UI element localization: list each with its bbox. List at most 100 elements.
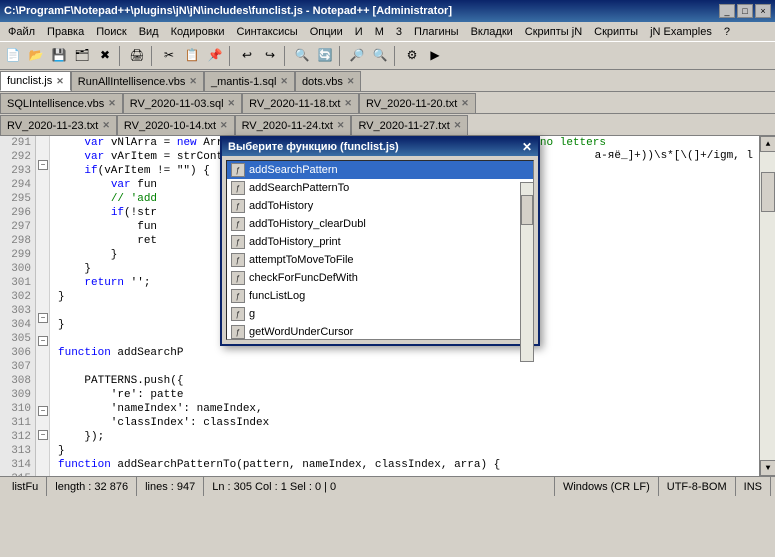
tab-dots[interactable]: dots.vbs ✕: [295, 71, 362, 91]
toolbar-sep-1: [119, 46, 123, 66]
menu-3[interactable]: 3: [390, 24, 408, 40]
dialog-content: ƒaddSearchPatternƒaddSearchPatternToƒadd…: [222, 160, 538, 340]
status-line-ending: Windows (CR LF): [555, 477, 659, 496]
tab-mantis[interactable]: _mantis-1.sql ✕: [204, 71, 295, 91]
dialog-scrollbar[interactable]: [520, 182, 534, 362]
function-icon: ƒ: [231, 163, 245, 177]
dialog-list[interactable]: ƒaddSearchPatternƒaddSearchPatternToƒadd…: [226, 160, 534, 340]
tab-rv20201127[interactable]: RV_2020-11-27.txt ✕: [351, 115, 468, 135]
status-encoding: UTF-8-BOM: [659, 477, 736, 496]
menu-jn-examples[interactable]: jN Examples: [644, 24, 718, 40]
print-button[interactable]: 🖨: [126, 45, 148, 67]
menu-view[interactable]: Вид: [133, 24, 165, 40]
tab-rv20201120-close[interactable]: ✕: [461, 98, 469, 109]
menu-help[interactable]: ?: [718, 24, 736, 40]
menu-syntax[interactable]: Синтаксисы: [231, 24, 304, 40]
dialog-list-item[interactable]: ƒ addSearchPattern: [227, 161, 533, 179]
tab-rv20201103-label: RV_2020-11-03.sql: [130, 98, 224, 110]
cut-button[interactable]: ✂: [158, 45, 180, 67]
tab-funclist[interactable]: funclist.js ✕: [0, 71, 71, 91]
tab-rv20201120[interactable]: RV_2020-11-20.txt ✕: [359, 93, 476, 113]
menu-search[interactable]: Поиск: [90, 24, 132, 40]
menu-file[interactable]: Файл: [2, 24, 41, 40]
dialog-title-text: Выберите функцию (funclist.js): [228, 141, 399, 153]
dialog-list-item[interactable]: ƒattemptToMoveToFile: [227, 251, 533, 269]
save-all-button[interactable]: 🗂: [71, 45, 93, 67]
dialog-title-bar: Выберите функцию (funclist.js) ✕: [222, 138, 538, 156]
new-button[interactable]: 📄: [2, 45, 24, 67]
tab-rv20201103-close[interactable]: ✕: [228, 98, 236, 109]
menu-tabs[interactable]: Вкладки: [465, 24, 519, 40]
dialog-close-button[interactable]: ✕: [522, 140, 532, 154]
tab-rv20201127-label: RV_2020-11-27.txt: [358, 120, 449, 132]
menu-i[interactable]: И: [349, 24, 369, 40]
menu-edit[interactable]: Правка: [41, 24, 90, 40]
menu-scripts[interactable]: Скрипты: [588, 24, 644, 40]
dialog-list-item[interactable]: ƒaddToHistory: [227, 197, 533, 215]
zoom-out-button[interactable]: 🔍: [369, 45, 391, 67]
close-button[interactable]: ×: [755, 4, 771, 18]
tab-sqlintellisence[interactable]: SQLIntellisence.vbs ✕: [0, 93, 123, 113]
toolbar-sep-6: [394, 46, 398, 66]
function-icon: ƒ: [231, 217, 245, 231]
tab-rv20201123-label: RV_2020-11-23.txt: [7, 120, 98, 132]
tab-rv20201120-label: RV_2020-11-20.txt: [366, 98, 457, 110]
status-file: listFu: [4, 477, 47, 496]
function-icon: ƒ: [231, 235, 245, 249]
tab-runallintellisence-label: RunAllIntellisence.vbs: [78, 76, 186, 88]
tab-mantis-close[interactable]: ✕: [280, 76, 288, 87]
run-button[interactable]: ▶: [424, 45, 446, 67]
find-button[interactable]: 🔍: [291, 45, 313, 67]
redo-button[interactable]: ↪: [259, 45, 281, 67]
menu-m[interactable]: М: [369, 24, 390, 40]
menu-options[interactable]: Опции: [304, 24, 349, 40]
tab-rv20201127-close[interactable]: ✕: [454, 120, 462, 131]
status-length: length : 32 876: [47, 477, 137, 496]
dialog-list-item[interactable]: ƒfuncListLog: [227, 287, 533, 305]
tab-sqlintellisence-close[interactable]: ✕: [108, 98, 116, 109]
open-button[interactable]: 📂: [25, 45, 47, 67]
tab-rv20201124[interactable]: RV_2020-11-24.txt ✕: [235, 115, 352, 135]
tab-rv20201123[interactable]: RV_2020-11-23.txt ✕: [0, 115, 117, 135]
tab-rv20201014[interactable]: RV_2020-10-14.txt ✕: [117, 115, 235, 135]
copy-button[interactable]: 📋: [181, 45, 203, 67]
dialog-list-item[interactable]: ƒcheckForFuncDefWith: [227, 269, 533, 287]
tab-rv20201103[interactable]: RV_2020-11-03.sql ✕: [123, 93, 242, 113]
tab-funclist-close[interactable]: ✕: [56, 76, 64, 87]
dialog-list-item[interactable]: ƒgetWordUnderCursor: [227, 323, 533, 340]
dialog-list-item[interactable]: ƒaddToHistory_clearDubl: [227, 215, 533, 233]
toolbar-sep-2: [151, 46, 155, 66]
tab-rv20201118-close[interactable]: ✕: [344, 98, 352, 109]
dialog-scroll-thumb[interactable]: [521, 195, 533, 225]
dialog-list-item[interactable]: ƒg: [227, 305, 533, 323]
menu-scripts-jn[interactable]: Скрипты jN: [519, 24, 588, 40]
tab-runallintellisence[interactable]: RunAllIntellisence.vbs ✕: [71, 71, 204, 91]
tab-rv20201124-close[interactable]: ✕: [337, 120, 345, 131]
tab-rv20201014-close[interactable]: ✕: [220, 120, 228, 131]
tab-rv20201118[interactable]: RV_2020-11-18.txt ✕: [242, 93, 359, 113]
paste-button[interactable]: 📌: [204, 45, 226, 67]
close-button[interactable]: ✖: [94, 45, 116, 67]
maximize-button[interactable]: □: [737, 4, 753, 18]
status-mode: INS: [736, 477, 771, 496]
tab-funclist-label: funclist.js: [7, 75, 52, 87]
minimize-button[interactable]: _: [719, 4, 735, 18]
tab-bar-row3: RV_2020-11-23.txt ✕ RV_2020-10-14.txt ✕ …: [0, 114, 775, 136]
dialog-list-item-label: addSearchPattern: [249, 164, 338, 176]
dialog-list-item-label: attemptToMoveToFile: [249, 254, 354, 266]
tab-dots-close[interactable]: ✕: [347, 76, 355, 87]
undo-button[interactable]: ↩: [236, 45, 258, 67]
dialog-list-item-label: g: [249, 308, 255, 320]
menu-encoding[interactable]: Кодировки: [165, 24, 231, 40]
function-icon: ƒ: [231, 199, 245, 213]
macro-button[interactable]: ⚙: [401, 45, 423, 67]
function-icon: ƒ: [231, 181, 245, 195]
dialog-list-item[interactable]: ƒaddSearchPatternTo: [227, 179, 533, 197]
dialog-list-item[interactable]: ƒaddToHistory_print: [227, 233, 533, 251]
tab-runallintellisence-close[interactable]: ✕: [189, 76, 197, 87]
zoom-in-button[interactable]: 🔎: [346, 45, 368, 67]
tab-rv20201123-close[interactable]: ✕: [102, 120, 110, 131]
menu-plugins[interactable]: Плагины: [408, 24, 465, 40]
save-button[interactable]: 💾: [48, 45, 70, 67]
replace-button[interactable]: 🔄: [314, 45, 336, 67]
